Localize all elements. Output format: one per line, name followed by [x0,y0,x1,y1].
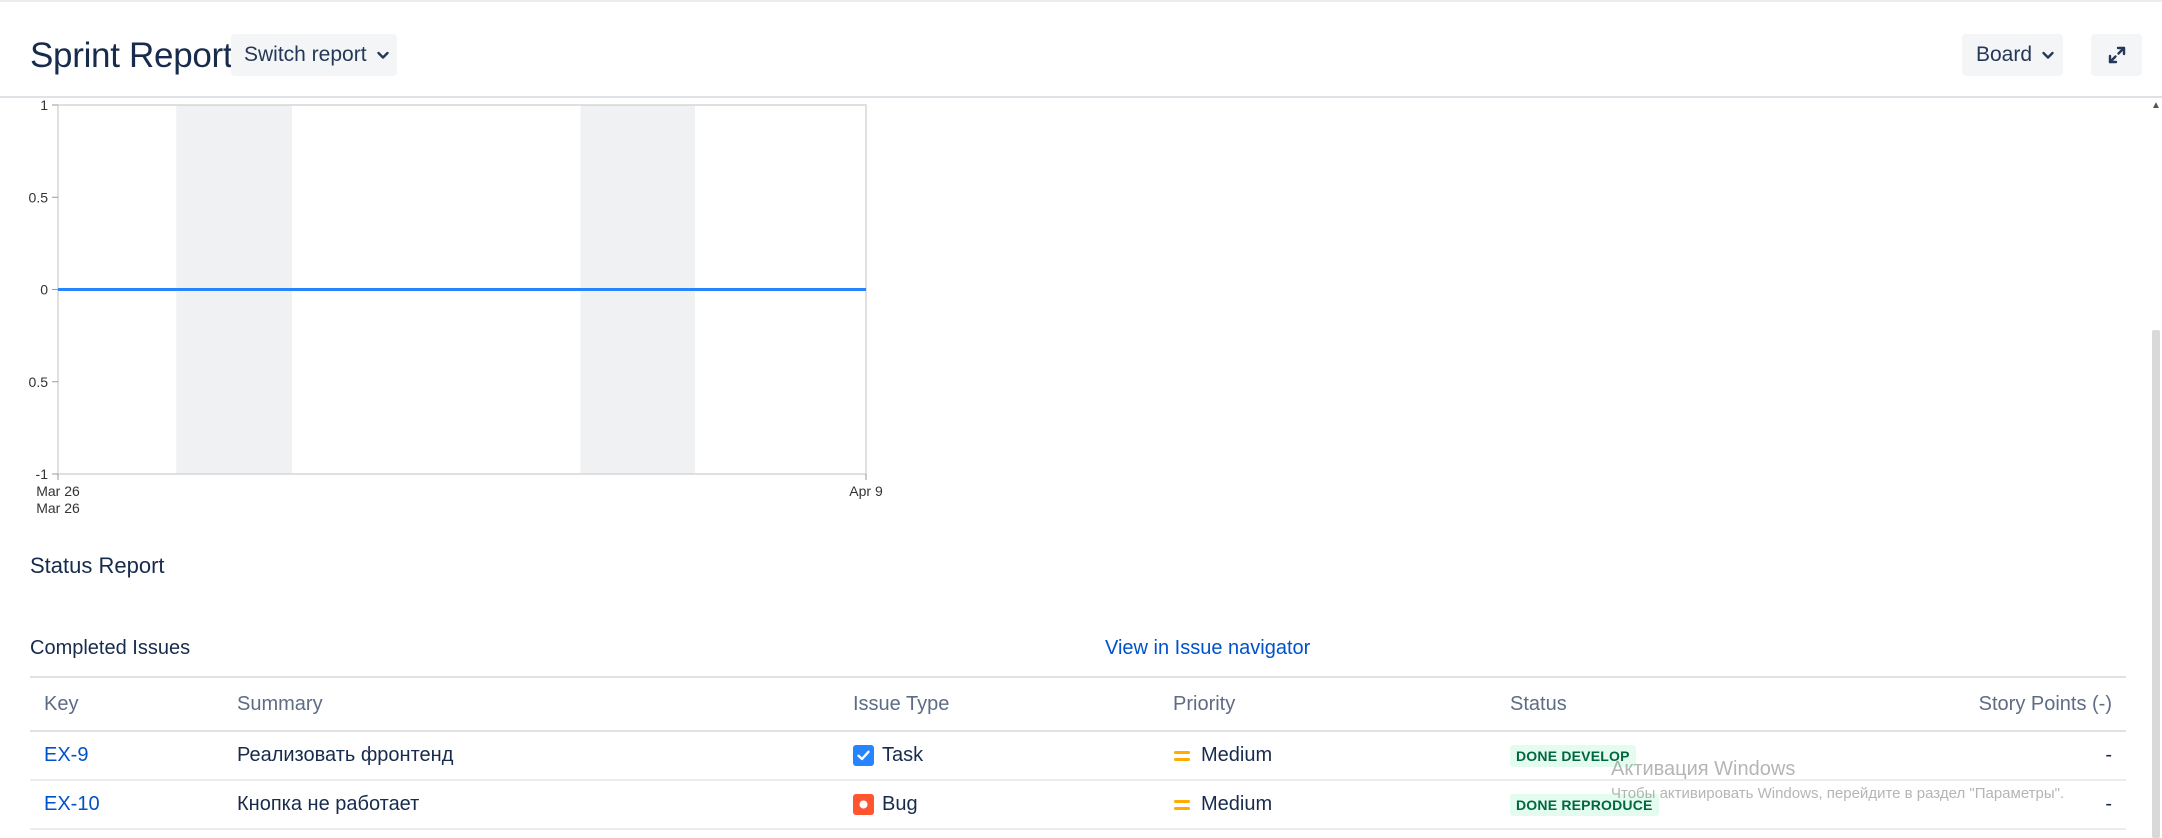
status-report-title: Status Report [30,553,165,578]
y-tick-label: 0.5 [29,189,49,205]
y-tick-label: 0 [40,282,48,298]
issue-type-label: Task [882,744,924,766]
chevron-down-icon [376,51,389,59]
completed-issues-table: Key Summary Issue Type Priority Status S… [30,676,2126,830]
report-header: Sprint Report Switch report Board [0,0,2162,98]
scrollbar-thumb[interactable] [2152,330,2160,838]
page: Sprint Report Switch report Board ▲ 1 0.… [0,0,2162,838]
issue-type-cell: Bug [853,793,1173,816]
fullscreen-button[interactable] [2091,34,2142,76]
column-header-priority[interactable]: Priority [1173,676,1510,732]
x-tick-sublabel: Mar 26 [36,500,80,516]
completed-issues-title: Completed Issues [30,637,191,659]
column-header-status[interactable]: Status [1510,676,1940,732]
expand-icon [2108,46,2125,64]
column-header-issue-type[interactable]: Issue Type [853,676,1173,732]
y-tick-label: 1 [40,98,48,113]
priority-cell: Medium [1173,744,1510,767]
chart-svg: 10.500.5-1Mar 26Mar 26Apr 9 [29,97,883,516]
issue-summary: Реализовать фронтенд [237,744,454,766]
view-in-issue-navigator-link[interactable]: View in Issue navigator [1105,637,1310,660]
table-header-row: Key Summary Issue Type Priority Status S… [30,676,2126,732]
windows-activation-watermark: Активация Windows [1611,758,1796,780]
y-tick-label: 0.5 [29,374,49,390]
story-points-value: - [2105,744,2112,766]
priority-medium-icon [1174,799,1190,810]
column-header-story-points[interactable]: Story Points (-) [1940,676,2126,732]
priority-label: Medium [1201,744,1273,766]
issue-summary: Кнопка не работает [237,793,420,815]
story-points-value: - [2105,793,2112,815]
bug-icon [853,794,874,815]
chevron-down-icon [2042,51,2054,59]
board-label: Board [1976,43,2033,66]
board-button[interactable]: Board [1962,34,2063,76]
x-tick-label: Mar 26 [36,483,80,499]
switch-report-button[interactable]: Switch report [231,34,397,76]
y-tick-label: -1 [36,466,49,482]
sprint-chart: 1 0.5 0 0.5 -1 Mar 26 Mar 26 Apr 9 [0,97,900,528]
page-title: Sprint Report [30,36,233,75]
priority-medium-icon [1174,750,1190,761]
priority-label: Medium [1201,793,1273,815]
column-header-summary[interactable]: Summary [237,676,853,732]
scroll-up-arrow-icon[interactable]: ▲ [2150,100,2162,112]
issue-type-cell: Task [853,744,1173,767]
issue-key-link[interactable]: EX-10 [44,793,100,815]
table-row: EX-9 Реализовать фронтенд Task Medium DO… [30,731,2126,781]
windows-activation-hint: Чтобы активировать Windows, перейдите в … [1611,785,2065,802]
task-icon [853,745,874,766]
issue-type-label: Bug [882,793,918,815]
switch-report-label: Switch report [244,43,367,66]
priority-cell: Medium [1173,793,1510,816]
x-tick-label: Apr 9 [849,483,883,499]
column-header-key[interactable]: Key [30,676,237,732]
issue-key-link[interactable]: EX-9 [44,744,88,766]
